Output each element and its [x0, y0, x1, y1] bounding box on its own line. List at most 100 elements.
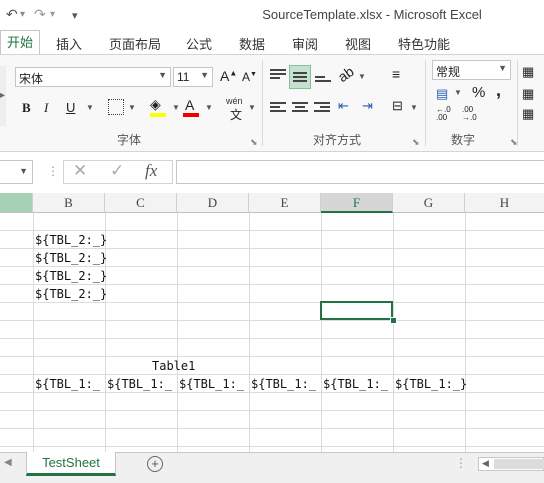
borders-icon[interactable] [108, 99, 124, 115]
chevron-down-icon[interactable]: ▼ [248, 103, 256, 112]
col-header-f[interactable]: F [321, 193, 393, 213]
grid-vline [393, 213, 394, 453]
chevron-down-icon[interactable]: ▼ [86, 103, 94, 112]
wrap-text-icon[interactable]: ≡ [392, 66, 400, 82]
sheet-tab-testsheet[interactable]: TestSheet [26, 452, 116, 476]
tab-review[interactable]: 审阅 [292, 34, 318, 53]
scrollbar-thumb[interactable] [494, 459, 544, 469]
sheet-scroll-left-icon[interactable]: ◀ [4, 457, 12, 468]
chevron-down-icon[interactable]: ▼ [410, 103, 418, 112]
font-name-combo[interactable]: 宋体 ▼ [15, 67, 171, 87]
grid-vline [321, 213, 322, 453]
cell-tbl1-e[interactable]: ${TBL_1:_ [251, 375, 321, 393]
chevron-down-icon: ▼ [158, 70, 167, 80]
align-right-icon[interactable] [314, 100, 330, 114]
fill-handle[interactable] [390, 317, 397, 324]
chevron-down-icon[interactable]: ▼ [358, 72, 366, 81]
cell-tbl1-f[interactable]: ${TBL_1:_ [323, 375, 393, 393]
bold-button[interactable]: B [22, 100, 31, 116]
col-header-b[interactable]: B [33, 193, 105, 213]
tab-data[interactable]: 数据 [239, 34, 265, 53]
cell-tbl1-c[interactable]: ${TBL_1:_ [107, 375, 177, 393]
currency-icon[interactable]: ▤ [436, 86, 448, 102]
chevron-down-icon[interactable]: ▼ [205, 103, 213, 112]
cell-b2[interactable]: ${TBL_2:_} [35, 231, 115, 249]
format-table-icon[interactable]: ▦ [522, 86, 534, 102]
increase-decimal-icon[interactable]: ←.0.00 [436, 106, 451, 122]
name-box[interactable]: ▼ [0, 160, 33, 184]
table-title-cell[interactable]: Table1 [152, 357, 212, 375]
align-bottom-icon[interactable] [315, 74, 331, 84]
font-dialog-launcher-icon[interactable]: ⬊ [250, 137, 258, 148]
increase-indent-icon[interactable]: ⇥ [362, 98, 373, 114]
align-center-icon[interactable] [292, 100, 308, 114]
grid-hline [0, 446, 544, 447]
chevron-down-icon: ▼ [200, 70, 209, 80]
align-top-icon[interactable] [270, 67, 286, 81]
percent-button[interactable]: % [472, 84, 485, 101]
group-separator [262, 60, 263, 146]
chevron-down-icon: ▼ [498, 63, 507, 73]
cell-b4[interactable]: ${TBL_2:_} [35, 267, 115, 285]
enter-icon[interactable]: ✓ [110, 161, 124, 181]
decrease-indent-icon[interactable]: ⇤ [338, 98, 349, 114]
tab-featured[interactable]: 特色功能 [398, 34, 450, 53]
scroll-left-arrow-icon[interactable]: ◀ [482, 458, 489, 469]
col-header-c[interactable]: C [105, 193, 177, 213]
alignment-dialog-launcher-icon[interactable]: ⬊ [412, 137, 420, 148]
italic-button[interactable]: I [44, 100, 48, 116]
conditional-format-icon[interactable]: ▦ [522, 64, 534, 80]
chevron-down-icon[interactable]: ▼ [454, 88, 462, 97]
col-header-d[interactable]: D [177, 193, 249, 213]
col-header-e[interactable]: E [249, 193, 321, 213]
font-size-combo[interactable]: 11 ▼ [173, 67, 213, 87]
chevron-down-icon[interactable]: ▼ [172, 103, 180, 112]
decrease-decimal-icon[interactable]: .00 →.0 [462, 106, 477, 122]
tab-view[interactable]: 视图 [345, 34, 371, 53]
col-header-g[interactable]: G [393, 193, 465, 213]
tab-home[interactable]: 开始 [0, 30, 41, 55]
number-group-label: 数字 [451, 133, 476, 147]
col-header-h[interactable]: H [465, 193, 544, 213]
grid-hline [0, 338, 544, 339]
grow-font-button[interactable]: A▲ [220, 68, 237, 84]
formula-input[interactable] [176, 160, 544, 184]
cell-b3[interactable]: ${TBL_2:_} [35, 249, 115, 267]
grid-hline [0, 428, 544, 429]
comma-button[interactable]: , [496, 80, 501, 101]
insert-function-icon[interactable]: fx [145, 161, 157, 181]
font-color-icon[interactable]: A [185, 97, 194, 113]
cell-styles-icon[interactable]: ▦ [522, 106, 534, 122]
active-cell-selection[interactable] [320, 301, 393, 320]
tab-page-layout[interactable]: 页面布局 [109, 34, 161, 53]
align-left-icon[interactable] [270, 100, 286, 114]
chevron-down-icon: ▼ [19, 166, 28, 176]
grid-hline [0, 320, 544, 321]
cell-tbl1-d[interactable]: ${TBL_1:_ [179, 375, 249, 393]
plus-circle-icon[interactable]: + [147, 456, 163, 472]
fill-color-icon[interactable]: ◈ [150, 96, 161, 113]
group-separator [517, 60, 518, 146]
cell-b5[interactable]: ${TBL_2:_} [35, 285, 115, 303]
align-middle-icon[interactable] [289, 65, 311, 89]
phonetic-glyph: 文 [230, 108, 243, 122]
formula-bar-grip-icon: ⋮ [47, 164, 59, 178]
tab-formulas[interactable]: 公式 [186, 34, 212, 53]
cell-tbl1-g[interactable]: ${TBL_1:_} [395, 375, 485, 393]
hscroll-grip-icon[interactable]: ⋮ [455, 456, 467, 470]
cell-tbl1-b[interactable]: ${TBL_1:_ [35, 375, 105, 393]
underline-button[interactable]: U [66, 100, 75, 115]
number-format-combo[interactable]: 常规 ▼ [432, 60, 511, 80]
fill-color-swatch [150, 113, 166, 117]
tab-insert[interactable]: 插入 [56, 34, 82, 53]
paste-format-icon[interactable]: ▸ [0, 90, 5, 101]
merge-center-icon[interactable]: ⊟ [392, 98, 403, 114]
cancel-icon[interactable]: ✕ [73, 161, 87, 181]
shrink-font-button[interactable]: A▼ [242, 70, 257, 84]
col-header-a[interactable] [0, 193, 33, 213]
phonetic-guide-icon[interactable]: wén [226, 96, 243, 106]
alignment-group-label: 对齐方式 [313, 133, 362, 147]
chevron-down-icon[interactable]: ▼ [128, 103, 136, 112]
grid-hline [0, 356, 544, 357]
number-format-value: 常规 [436, 65, 461, 79]
